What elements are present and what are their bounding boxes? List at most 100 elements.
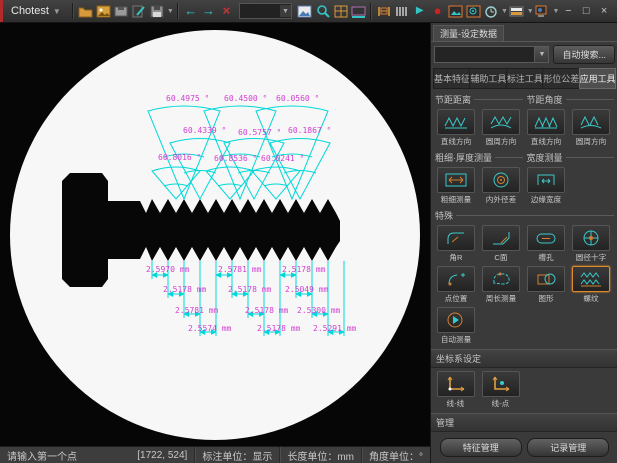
pitch-annotation: 2.5781 mm (175, 306, 218, 315)
camera-image (0, 23, 430, 446)
section-management: 管理 (431, 413, 617, 432)
length-unit: 长度单位：mm (279, 447, 361, 463)
capture-image-icon[interactable] (447, 2, 465, 20)
auto-search-button[interactable]: 自动搜索... (553, 45, 615, 64)
tool-c-face[interactable]: C面 (478, 225, 523, 263)
tool-point-position[interactable]: 点位置 (433, 266, 478, 304)
right-panel: 测量-设定数据 ▼ 自动搜索... 基本特征 辅助工具 标注工具 形位公差 应用… (430, 23, 617, 463)
detect-feature-icon[interactable] (464, 2, 482, 20)
angle-annotation: 60.0241 ° (261, 154, 304, 163)
pitch-annotation: 2.5178 mm (228, 285, 271, 294)
undo-arrow-icon[interactable]: ← (182, 2, 200, 20)
pitch-annotation: 2.5049 mm (285, 285, 328, 294)
zoom-icon[interactable] (314, 2, 332, 20)
feature-select-dropdown[interactable]: ▼ (434, 46, 549, 63)
annotation-unit: 标注单位：显示 (194, 447, 279, 463)
tab-annotation-tools[interactable]: 标注工具 (506, 68, 542, 89)
status-message: 请输入第一个点 (0, 447, 84, 463)
section-pitch-distance: 节距距离 (435, 93, 523, 106)
pitch-annotation: 2.5178 mm (245, 306, 288, 315)
export-icon[interactable] (112, 2, 130, 20)
caliper-icon[interactable] (375, 2, 393, 20)
tab-auxiliary-tools[interactable]: 辅助工具 (469, 68, 505, 89)
save-dropdown-caret[interactable]: ▼ (167, 8, 174, 15)
toolbar-separator (72, 3, 74, 19)
measurement-viewport[interactable]: 60.4975 ° 60.4500 ° 60.0560 ° 60.4339 ° … (0, 23, 430, 446)
layers-icon[interactable] (508, 2, 526, 20)
application-window: Chotest ▼ ▼ ← → × ▼ (0, 0, 617, 463)
zigzag-line-icon (443, 114, 469, 130)
chevron-down-icon: ▼ (534, 47, 548, 62)
view-select-dropdown[interactable]: ▼ (239, 3, 292, 19)
screen-ruler-icon[interactable] (349, 2, 367, 20)
thread-icon (578, 271, 604, 287)
display-mode-icon[interactable] (534, 2, 552, 20)
tool-slot-hole[interactable]: 槽孔 (523, 225, 568, 263)
tool-edge-width[interactable]: 边缘宽度 (523, 167, 568, 205)
redo-arrow-icon[interactable]: → (200, 2, 218, 20)
timer-icon[interactable] (482, 2, 500, 20)
panel-tabs: 基本特征 辅助工具 标注工具 形位公差 应用工具 (433, 68, 616, 89)
tab-application-tools[interactable]: 应用工具 (579, 68, 616, 89)
save-icon[interactable] (148, 2, 166, 20)
angle-annotation: 60.4500 ° (224, 94, 267, 103)
tool-pitch-circular-direction[interactable]: 圆周方向 (478, 109, 523, 147)
layers-dropdown-caret[interactable]: ▼ (527, 8, 534, 15)
angle-annotation: 60.1867 ° (288, 126, 331, 135)
tool-corner-r[interactable]: 角R (433, 225, 478, 263)
pitch-annotation: 2.5574 mm (188, 324, 231, 333)
app-menu-label: Chotest (11, 5, 49, 17)
main-toolbar: Chotest ▼ ▼ ← → × ▼ (0, 0, 617, 23)
section-width: 宽度测量 (527, 151, 615, 164)
tab-basic-features[interactable]: 基本特征 (433, 68, 469, 89)
tool-pitch-linear-direction[interactable]: 直线方向 (433, 109, 478, 147)
pitch-annotation: 2.5291 mm (313, 324, 356, 333)
tool-perimeter-measure[interactable]: 周长测量 (478, 266, 523, 304)
feature-management-button[interactable]: 特征管理 (440, 438, 522, 457)
auto-measure-icon (445, 311, 467, 329)
tool-angle-circular-direction[interactable]: 圆周方向 (568, 109, 613, 147)
angle-arc-icon (578, 114, 604, 130)
close-button[interactable]: × (595, 3, 613, 19)
tool-circle-cross[interactable]: 圆径十字 (568, 225, 613, 263)
delete-icon[interactable]: × (217, 2, 235, 20)
app-menu-button[interactable]: Chotest ▼ (3, 0, 69, 22)
tool-thickness-measure[interactable]: 粗细测量 (433, 167, 478, 205)
record-management-button[interactable]: 记录管理 (527, 438, 609, 457)
chevron-down-icon: ▼ (53, 7, 61, 16)
toolbar-separator (370, 3, 372, 19)
tool-shape[interactable]: 图形 (523, 266, 568, 304)
section-special: 特殊 (435, 209, 614, 222)
scan-lines-icon[interactable] (393, 2, 411, 20)
edit-program-icon[interactable] (130, 2, 148, 20)
minimize-button[interactable]: − (559, 3, 577, 19)
play-icon[interactable]: ▶ (411, 2, 429, 20)
tool-angle-linear-direction[interactable]: 直线方向 (523, 109, 568, 147)
circle-cross-icon (581, 229, 601, 247)
grid-view-icon[interactable] (332, 2, 350, 20)
open-image-icon[interactable] (95, 2, 113, 20)
display-dropdown-caret[interactable]: ▼ (553, 8, 560, 15)
axes-line-point-icon (490, 375, 512, 393)
toolbar-separator (177, 3, 179, 19)
maximize-button[interactable]: □ (577, 3, 595, 19)
tool-thread[interactable]: 螺纹 (568, 266, 613, 304)
timer-dropdown-caret[interactable]: ▼ (501, 8, 508, 15)
tool-inner-outer-diameter[interactable]: 内外径差 (478, 167, 523, 205)
tool-line-point[interactable]: 线-点 (478, 371, 523, 409)
concentric-circles-icon (490, 171, 512, 189)
status-bar: 请输入第一个点 [1722, 524] 标注单位：显示 长度单位：mm 角度单位… (0, 446, 430, 463)
angle-annotation: 60.8536 ° (214, 154, 257, 163)
tab-form-tolerance[interactable]: 形位公差 (542, 68, 578, 89)
angle-annotation: 60.5757 ° (238, 128, 281, 137)
record-icon[interactable]: ● (429, 2, 447, 20)
tool-auto-measure[interactable]: 自动测量 (433, 307, 478, 345)
zigzag-arc-icon (488, 114, 514, 130)
angle-annotation: 60.4975 ° (166, 94, 209, 103)
tool-line-line[interactable]: 线-线 (433, 371, 478, 409)
image-view-icon[interactable] (296, 2, 314, 20)
shape-icon (535, 271, 557, 287)
pitch-annotation: 2.5178 mm (282, 265, 325, 274)
open-file-icon[interactable] (77, 2, 95, 20)
angle-annotation: 60.4339 ° (183, 126, 226, 135)
